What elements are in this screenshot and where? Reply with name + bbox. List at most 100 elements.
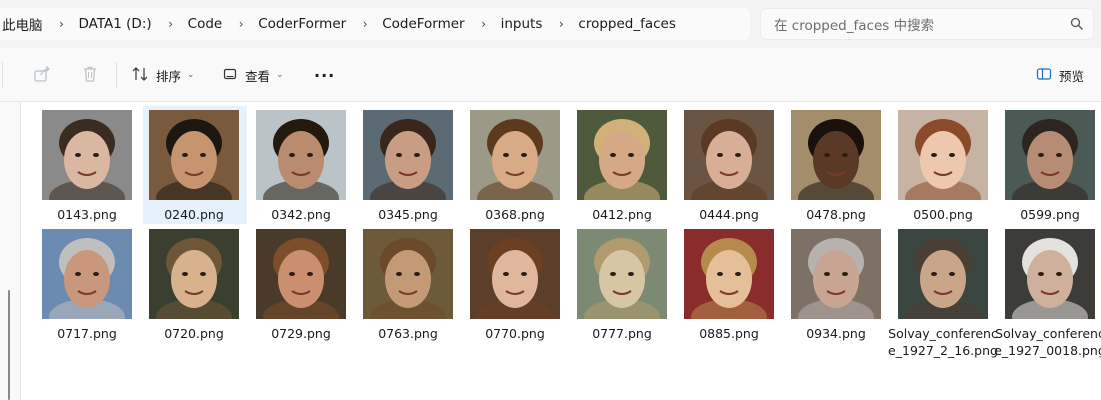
file-item[interactable]: 0777.png: [577, 229, 681, 347]
file-view[interactable]: 0143.png 0240.png 0342.png 0345.png 0368.png…: [0, 102, 1101, 400]
file-name: 0412.png: [592, 207, 652, 222]
chevron-down-icon: ⌄: [276, 70, 284, 80]
toolbar-divider: [116, 62, 117, 88]
file-name: Solvay_conference_1927_2_16.png: [888, 326, 998, 358]
file-name: Solvay_conference_1927_0018.png: [994, 326, 1101, 358]
file-thumbnail: [42, 229, 132, 319]
chevron-right-icon: ›: [481, 17, 487, 31]
file-name: 0720.png: [164, 326, 224, 341]
preview-pane-button[interactable]: 预览: [1036, 48, 1084, 102]
breadcrumb[interactable]: 此电脑 › DATA1 (D:) › Code › CoderFormer › …: [0, 8, 750, 40]
file-item[interactable]: Solvay_conference_1927_2_16.png: [888, 229, 1002, 358]
file-name: 0143.png: [57, 207, 117, 222]
file-thumbnail: [256, 229, 346, 319]
view-label: 查看: [245, 68, 271, 84]
chevron-right-icon: ›: [168, 17, 174, 31]
breadcrumb-item-inputs[interactable]: inputs: [497, 16, 549, 32]
file-thumbnail: [1005, 229, 1095, 319]
file-item[interactable]: 0143.png: [42, 110, 146, 228]
file-thumbnail: [1005, 110, 1095, 200]
file-thumbnail: [470, 229, 560, 319]
file-item[interactable]: 0934.png: [791, 229, 895, 347]
file-name: 0342.png: [271, 207, 331, 222]
file-thumbnail: [577, 229, 667, 319]
toolbar-divider: [2, 62, 3, 88]
view-button[interactable]: 查看 ⌄: [222, 48, 284, 102]
breadcrumb-item-this-pc[interactable]: 此电脑: [0, 14, 49, 34]
file-item[interactable]: Solvay_conference_1927_0018.png: [994, 229, 1101, 358]
breadcrumb-item-drive[interactable]: DATA1 (D:): [75, 16, 158, 32]
file-thumbnail: [470, 110, 560, 200]
file-name: 0777.png: [592, 326, 652, 341]
file-item[interactable]: 0763.png: [363, 229, 467, 347]
chevron-right-icon: ›: [362, 17, 368, 31]
file-name: 0599.png: [1020, 207, 1080, 222]
delete-button[interactable]: [81, 48, 99, 102]
file-name: 0717.png: [57, 326, 117, 341]
file-item[interactable]: 0444.png: [684, 110, 788, 228]
search-box[interactable]: 在 cropped_faces 中搜索: [760, 8, 1094, 40]
breadcrumb-item-codeformer[interactable]: CodeFormer: [378, 16, 470, 32]
file-item[interactable]: 0500.png: [898, 110, 1002, 228]
file-item[interactable]: 0885.png: [684, 229, 788, 347]
scrollbar-thumb[interactable]: [8, 290, 10, 400]
chevron-down-icon: ⌄: [187, 70, 195, 80]
file-thumbnail: [791, 229, 881, 319]
file-thumbnail: [363, 229, 453, 319]
breadcrumb-item-cropped-faces[interactable]: cropped_faces: [574, 16, 682, 32]
file-item[interactable]: 0240.png: [143, 106, 247, 224]
file-thumbnail: [363, 110, 453, 200]
file-name: 0500.png: [913, 207, 973, 222]
file-thumbnail: [684, 110, 774, 200]
file-thumbnail: [898, 110, 988, 200]
share-icon: [33, 65, 51, 86]
file-thumbnail: [684, 229, 774, 319]
navigation-pane-edge[interactable]: [0, 102, 21, 400]
trash-icon: [81, 65, 99, 86]
chevron-right-icon: ›: [238, 17, 244, 31]
preview-label: 预览: [1059, 68, 1085, 84]
file-name: 0729.png: [271, 326, 331, 341]
file-thumbnail: [256, 110, 346, 200]
file-thumbnail: [791, 110, 881, 200]
file-thumbnail: [577, 110, 667, 200]
file-item[interactable]: 0368.png: [470, 110, 574, 228]
file-item[interactable]: 0342.png: [256, 110, 360, 228]
file-name: 0368.png: [485, 207, 545, 222]
sort-icon: [131, 65, 149, 86]
file-item[interactable]: 0720.png: [149, 229, 253, 347]
file-item[interactable]: 0345.png: [363, 110, 467, 228]
breadcrumb-item-coderformer[interactable]: CoderFormer: [254, 16, 352, 32]
file-thumbnail: [149, 229, 239, 319]
file-item[interactable]: 0412.png: [577, 110, 681, 228]
file-item[interactable]: 0717.png: [42, 229, 146, 347]
more-options-button[interactable]: ···: [314, 48, 335, 102]
file-name: 0934.png: [806, 326, 866, 341]
sort-button[interactable]: 排序 ⌄: [131, 48, 195, 102]
more-icon: ···: [314, 65, 336, 85]
file-name: 0770.png: [485, 326, 545, 341]
file-item[interactable]: 0478.png: [791, 110, 895, 228]
file-thumbnail: [42, 110, 132, 200]
sort-label: 排序: [156, 68, 182, 84]
breadcrumb-item-code[interactable]: Code: [184, 16, 229, 32]
file-name: 0478.png: [806, 207, 866, 222]
file-item[interactable]: 0729.png: [256, 229, 360, 347]
chevron-right-icon: ›: [59, 17, 64, 31]
chevron-right-icon: ›: [558, 17, 564, 31]
file-thumbnail: [898, 229, 988, 319]
file-name: 0444.png: [699, 207, 759, 222]
preview-pane-icon: [1036, 66, 1052, 85]
view-icon: [222, 66, 238, 85]
search-icon[interactable]: [1061, 17, 1093, 31]
file-item[interactable]: 0599.png: [1005, 110, 1101, 228]
search-input[interactable]: 在 cropped_faces 中搜索: [774, 14, 1061, 34]
share-button[interactable]: [33, 48, 51, 102]
command-bar: 排序 ⌄ 查看 ⌄ ··· 预览: [0, 48, 1101, 102]
file-item[interactable]: 0770.png: [470, 229, 574, 347]
file-name: 0763.png: [378, 326, 438, 341]
file-name: 0885.png: [699, 326, 759, 341]
file-name: 0345.png: [378, 207, 438, 222]
address-bar-area: 此电脑 › DATA1 (D:) › Code › CoderFormer › …: [0, 0, 1101, 48]
file-thumbnail: [149, 110, 239, 200]
